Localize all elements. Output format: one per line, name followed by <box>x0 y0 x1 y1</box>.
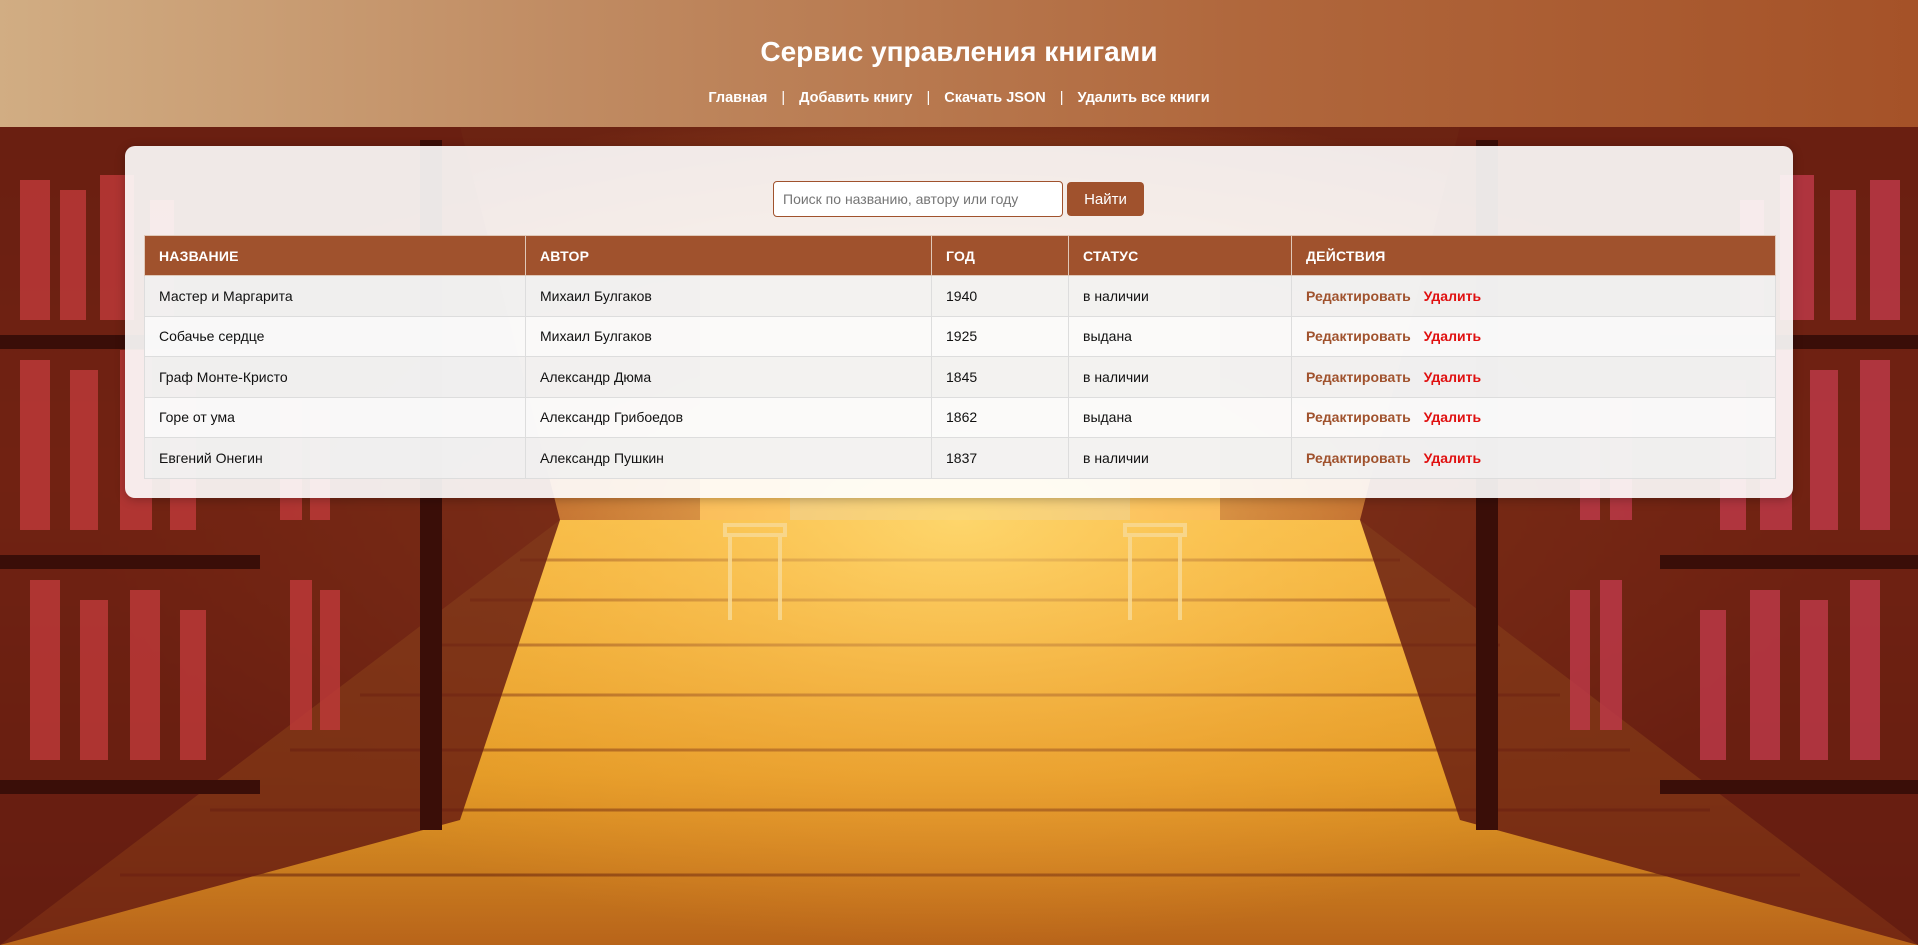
nav-download-json-link[interactable]: Скачать JSON <box>944 90 1045 106</box>
column-header-author: АВТОР <box>525 235 932 276</box>
delete-link[interactable]: Удалить <box>1424 328 1481 344</box>
book-title: Горе от ума <box>144 396 526 438</box>
book-year: 1940 <box>931 275 1069 317</box>
search-button[interactable]: Найти <box>1067 182 1144 216</box>
book-year: 1862 <box>931 396 1069 438</box>
book-status: выдана <box>1068 315 1292 357</box>
nav-add-book-link[interactable]: Добавить книгу <box>799 90 912 106</box>
nav-separator: | <box>1059 90 1064 106</box>
book-actions: Редактировать Удалить <box>1291 437 1776 479</box>
book-year: 1845 <box>931 356 1069 398</box>
book-year: 1925 <box>931 315 1069 357</box>
books-table: НАЗВАНИЕ АВТОР ГОД СТАТУС ДЕЙСТВИЯ Масте… <box>144 235 1776 479</box>
nav-separator: | <box>926 90 931 106</box>
book-author: Александр Дюма <box>525 356 932 398</box>
books-panel: Найти НАЗВАНИЕ АВТОР ГОД СТАТУС ДЕЙСТВИЯ… <box>125 146 1793 498</box>
table-row: Мастер и Маргарита Михаил Булгаков 1940 … <box>144 275 1776 317</box>
search-form: Найти <box>773 181 1144 217</box>
book-year: 1837 <box>931 437 1069 479</box>
book-author: Александр Пушкин <box>525 437 932 479</box>
book-author: Михаил Булгаков <box>525 275 932 317</box>
book-author: Александр Грибоедов <box>525 396 932 438</box>
edit-link[interactable]: Редактировать <box>1306 328 1411 344</box>
search-input[interactable] <box>773 181 1063 217</box>
delete-link[interactable]: Удалить <box>1424 450 1481 466</box>
nav-delete-all-link[interactable]: Удалить все книги <box>1077 90 1209 106</box>
table-row: Граф Монте-Кристо Александр Дюма 1845 в … <box>144 356 1776 398</box>
edit-link[interactable]: Редактировать <box>1306 450 1411 466</box>
page-title: Сервис управления книгами <box>760 36 1158 67</box>
edit-link[interactable]: Редактировать <box>1306 369 1411 385</box>
delete-link[interactable]: Удалить <box>1424 288 1481 304</box>
book-title: Собачье сердце <box>144 315 526 357</box>
table-header: НАЗВАНИЕ АВТОР ГОД СТАТУС ДЕЙСТВИЯ <box>144 235 1776 276</box>
book-status: в наличии <box>1068 437 1292 479</box>
column-header-title: НАЗВАНИЕ <box>144 235 526 276</box>
book-status: выдана <box>1068 396 1292 438</box>
table-row: Горе от ума Александр Грибоедов 1862 выд… <box>144 396 1776 438</box>
column-header-actions: ДЕЙСТВИЯ <box>1291 235 1776 276</box>
site-header: Сервис управления книгами Главная | Доба… <box>0 0 1918 127</box>
book-title: Евгений Онегин <box>144 437 526 479</box>
book-actions: Редактировать Удалить <box>1291 315 1776 357</box>
book-title: Граф Монте-Кристо <box>144 356 526 398</box>
book-actions: Редактировать Удалить <box>1291 396 1776 438</box>
book-status: в наличии <box>1068 275 1292 317</box>
book-actions: Редактировать Удалить <box>1291 275 1776 317</box>
column-header-year: ГОД <box>931 235 1069 276</box>
main-nav: Главная | Добавить книгу | Скачать JSON … <box>0 90 1918 106</box>
delete-link[interactable]: Удалить <box>1424 369 1481 385</box>
table-row: Евгений Онегин Александр Пушкин 1837 в н… <box>144 437 1776 479</box>
book-author: Михаил Булгаков <box>525 315 932 357</box>
book-title: Мастер и Маргарита <box>144 275 526 317</box>
edit-link[interactable]: Редактировать <box>1306 409 1411 425</box>
nav-separator: | <box>781 90 786 106</box>
column-header-status: СТАТУС <box>1068 235 1292 276</box>
edit-link[interactable]: Редактировать <box>1306 288 1411 304</box>
nav-home-link[interactable]: Главная <box>708 90 767 106</box>
delete-link[interactable]: Удалить <box>1424 409 1481 425</box>
table-row: Собачье сердце Михаил Булгаков 1925 выда… <box>144 315 1776 357</box>
book-actions: Редактировать Удалить <box>1291 356 1776 398</box>
book-status: в наличии <box>1068 356 1292 398</box>
